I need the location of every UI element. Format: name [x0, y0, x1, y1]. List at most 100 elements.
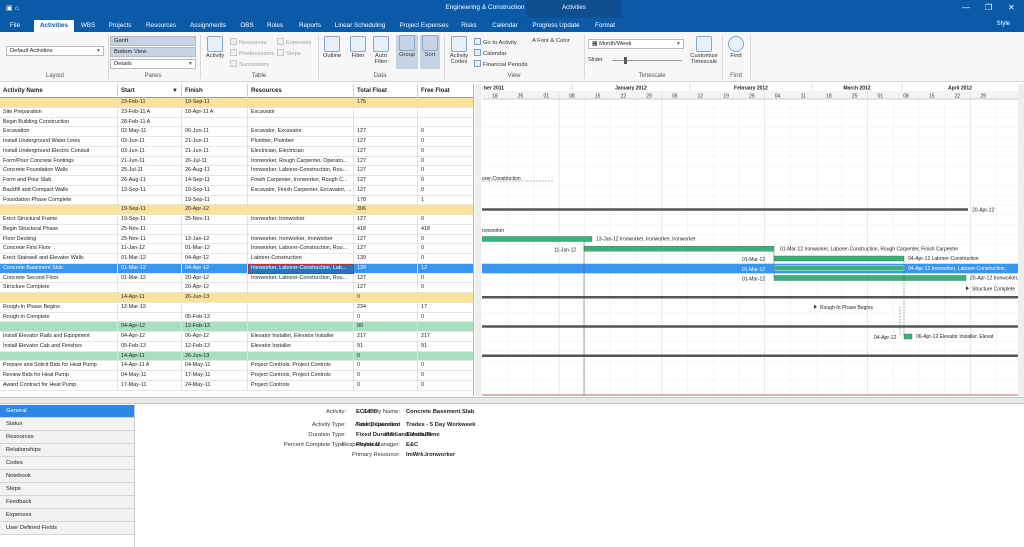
gantt-scrollbar[interactable]	[1018, 84, 1024, 396]
tab-assignments[interactable]: Assignments	[186, 20, 230, 32]
table-row[interactable]: Excavation 02-May-11 06-Jun-11 Excavator, E…	[0, 127, 473, 137]
tab-progress-update[interactable]: Progress Update	[528, 20, 584, 32]
nav-notebook[interactable]: Notebook	[0, 470, 134, 483]
cell-activity-name: Erect Stairwell and Elevator Walls	[0, 254, 118, 264]
expenses-button[interactable]: Expenses	[277, 38, 311, 46]
resources-button[interactable]: Resources	[230, 38, 267, 46]
font-color-button[interactable]: A Font & Color	[532, 38, 570, 44]
details-panel: Activity: EC1470 Activity Type: Task Dep…	[136, 405, 1024, 547]
timescale-combo[interactable]: ▦ Month/Week ▼	[588, 39, 684, 49]
tab-roles[interactable]: Roles	[262, 20, 288, 32]
table-row[interactable]: Site Preparation 23-Feb-11 A 18-Apr-11 A Ex…	[0, 107, 473, 118]
table-row[interactable]: Form/Pour Concrete Footings 21-Jun-11 26-J…	[0, 156, 473, 167]
auto-filter-button[interactable]: Auto Filter	[370, 36, 392, 65]
col-resources[interactable]: Resources	[248, 84, 354, 98]
successors-button[interactable]: Successors	[230, 60, 269, 68]
activity-codes-button[interactable]: Activity Codes	[446, 36, 472, 65]
gantt-month-label: March 2012	[843, 86, 870, 92]
col-free-float[interactable]: Free Float	[418, 84, 473, 98]
nav-resources[interactable]: Resources	[0, 431, 134, 444]
col-start[interactable]: Start ▼	[118, 84, 182, 98]
layout-combo[interactable]: Default Activities ▼	[6, 46, 104, 56]
col-activity-name[interactable]: Activity Name	[0, 84, 118, 98]
table-row[interactable]: Award Contract for Heat Pump 17-May-11 24-…	[0, 380, 473, 391]
minimize-icon[interactable]: —	[962, 3, 970, 12]
table-row[interactable]: Structure Complete 20-Apr-12 127 0	[0, 283, 473, 293]
tab-format[interactable]: Format	[590, 20, 620, 32]
style-menu[interactable]: Style	[997, 21, 1010, 27]
table-row[interactable]: Erect Stairwell and Elevator Walls 01-Mar…	[0, 254, 473, 264]
table-row[interactable]: Begin Building Construction 28-Feb-11 A	[0, 117, 473, 128]
table-row[interactable]: Install Underground Electric Conduit 03-J…	[0, 146, 473, 157]
timescale-slider[interactable]	[612, 60, 682, 61]
table-scrollbar[interactable]	[475, 84, 481, 396]
cell-resources	[248, 322, 354, 332]
slider-thumb[interactable]	[624, 57, 627, 64]
nav-status[interactable]: Status	[0, 418, 134, 431]
nav-codes[interactable]: Codes	[0, 457, 134, 470]
table-row[interactable]: Review Bids for Heat Pump 04-May-11 17-May…	[0, 371, 473, 381]
go-to-activity-button[interactable]: Go to Activity	[474, 38, 517, 46]
predecessors-button[interactable]: Predecessors	[230, 49, 274, 57]
table-row[interactable]: Concrete Second Floor 01-Mar-12 20-Apr-12 I…	[0, 273, 473, 284]
financial-periods-button[interactable]: Financial Periods	[474, 60, 527, 68]
customize-timescale-button[interactable]: Customize Timescale	[688, 36, 720, 65]
table-row[interactable]: Install Elevator Cab and Finishes 05-Feb-…	[0, 341, 473, 352]
wbs-band-row[interactable]: 19-Sep-11 20-Apr-12 306	[0, 205, 473, 215]
cell-free-float: 0	[418, 137, 473, 147]
col-finish[interactable]: Finish	[182, 84, 248, 98]
close-icon[interactable]: ✕	[1008, 3, 1015, 12]
wbs-band-row[interactable]: 23-Feb-11 19-Sep-11 175	[0, 98, 473, 108]
tab-projects[interactable]: Projects	[104, 20, 136, 32]
tab-reports[interactable]: Reports	[294, 20, 326, 32]
table-row[interactable]: Begin Structural Phase 25-Nov-11 418 418	[0, 224, 473, 235]
nav-general[interactable]: General	[0, 405, 134, 418]
nav-feedback[interactable]: Feedback	[0, 496, 134, 509]
nav-steps[interactable]: Steps	[0, 483, 134, 496]
pane-details-combo[interactable]: Details ▼	[110, 59, 196, 69]
table-row[interactable]: Concrete Foundation Walls 25-Jul-11 26-Aug…	[0, 166, 473, 176]
group-button[interactable]: Group	[396, 35, 418, 69]
wbs-band-row[interactable]: 14-Apr-11 26-Jun-13 0	[0, 351, 473, 362]
pane-gantt-toggle[interactable]: Gantt	[110, 36, 196, 46]
tab-calendar[interactable]: Calendar	[488, 20, 522, 32]
table-row[interactable]: Backfill and Compact Walls 13-Sep-11 19-Se…	[0, 185, 473, 196]
table-row[interactable]: Rough-In Phase Begins 12-Mar-12 234 17	[0, 302, 473, 313]
pane-splitter[interactable]	[0, 397, 1024, 404]
steps-button[interactable]: Steps	[277, 49, 301, 57]
tab-file[interactable]: File	[4, 20, 26, 32]
nav-expenses[interactable]: Expenses	[0, 509, 134, 522]
restore-icon[interactable]: ❐	[985, 3, 992, 12]
table-row[interactable]: Concrete First Floor 11-Jan-12 01-Mar-12 Ir…	[0, 244, 473, 254]
col-total-float[interactable]: Total Float	[354, 84, 418, 98]
table-row[interactable]: Prepare and Solicit Bids for Heat Pump 14…	[0, 361, 473, 371]
table-row[interactable]: Foundation Phase Complete 19-Sep-11 178 1	[0, 195, 473, 206]
table-row[interactable]: Erect Structural Frame 19-Sep-11 25-Nov-11…	[0, 215, 473, 225]
wbs-band-row[interactable]: 14-Apr-11 26-Jun-13 0	[0, 293, 473, 303]
tab-wbs[interactable]: WBS	[76, 20, 100, 32]
tab-risks[interactable]: Risks	[458, 20, 480, 32]
filter-button[interactable]: Filter	[348, 36, 368, 59]
table-row[interactable]: Install Underground Water Lines 03-Jun-11…	[0, 137, 473, 147]
filter-arrow-icon: ▼	[172, 88, 178, 94]
sort-button[interactable]: Sort	[420, 35, 440, 69]
pane-bottom-toggle[interactable]: Bottom View	[110, 47, 196, 57]
tab-obs[interactable]: OBS	[236, 20, 258, 32]
calendar-button[interactable]: Calendar	[474, 49, 507, 57]
wbs-band-row[interactable]: 04-Apr-12 12-Feb-13 90	[0, 322, 473, 332]
table-row[interactable]: Rough In Complete 05-Feb-13 0 0	[0, 312, 473, 323]
table-row[interactable]: Floor Decking 25-Nov-11 13-Jan-12 Ironworke…	[0, 234, 473, 245]
find-button[interactable]: Find	[726, 36, 746, 59]
activity-table-button[interactable]: Activity	[204, 36, 226, 59]
nav-user-defined-fields[interactable]: User Defined Fields	[0, 522, 134, 535]
table-row[interactable]: Install Elevator Rails and Equipment 04-A…	[0, 332, 473, 342]
tab-linear-scheduling[interactable]: Linear Scheduling	[332, 20, 388, 32]
table-row-selected[interactable]: Concrete Basement Slab 01-Mar-12 04-Apr-12…	[0, 263, 473, 274]
nav-relationships[interactable]: Relationships	[0, 444, 134, 457]
tab-project-expenses[interactable]: Project Expenses	[396, 20, 452, 32]
cell-activity-name: Concrete Basement Slab	[0, 263, 118, 274]
table-row[interactable]: Form and Pour Slab 26-Aug-11 14-Sep-11 Fini…	[0, 176, 473, 186]
tab-resources[interactable]: Resources	[142, 20, 180, 32]
outline-button[interactable]: Outline	[320, 36, 344, 59]
tab-activities[interactable]: Activities	[34, 20, 74, 32]
